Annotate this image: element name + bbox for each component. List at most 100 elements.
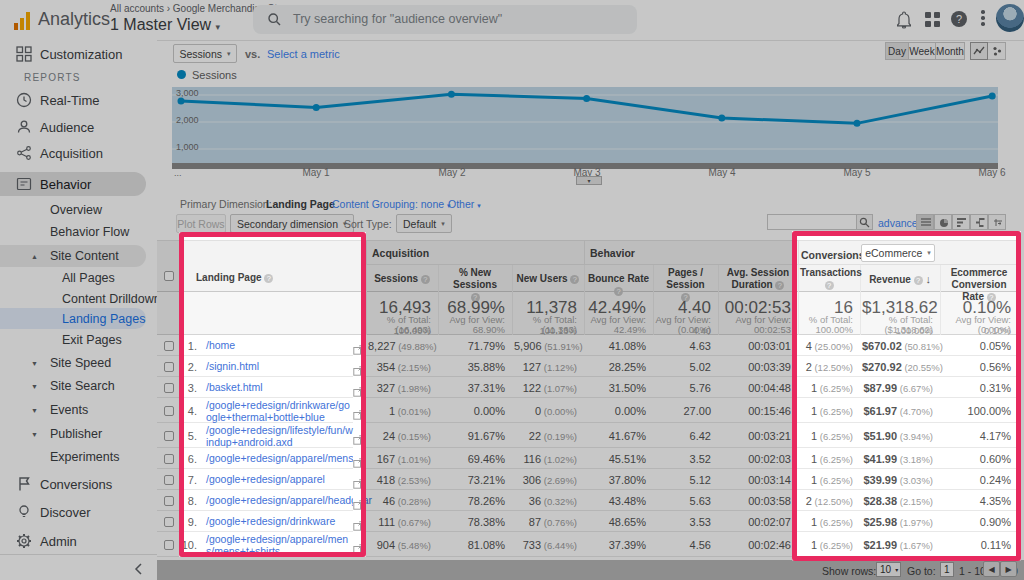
row-number: 2. — [179, 361, 197, 373]
open-in-new-icon[interactable] — [353, 540, 363, 558]
row-checkbox[interactable] — [164, 496, 174, 506]
primary-dimension-value[interactable]: Landing Page — [266, 198, 335, 210]
row-checkbox[interactable] — [164, 517, 174, 527]
other-dimension-link[interactable]: Other ▾ — [448, 198, 481, 210]
next-page-button[interactable]: ▶ — [1000, 561, 1017, 577]
apps-grid-icon[interactable] — [925, 12, 940, 27]
select-all-checkbox[interactable] — [164, 271, 174, 281]
row-checkbox[interactable] — [164, 454, 174, 464]
sidebar-item-publisher[interactable]: ▼Publisher — [0, 422, 157, 446]
open-in-new-icon[interactable] — [353, 406, 363, 424]
more-options-icon[interactable] — [981, 10, 985, 28]
metric-selector-dropdown[interactable]: Sessions▾ — [173, 44, 237, 63]
row-checkbox[interactable] — [164, 383, 174, 393]
table-search-button[interactable] — [856, 214, 873, 230]
sidebar-item-site-speed[interactable]: ▼Site Speed — [0, 351, 157, 375]
row-checkbox[interactable] — [164, 362, 174, 372]
view-selector[interactable]: 1 Master View ▾ — [110, 16, 220, 34]
landing-page-link[interactable]: /google+redesign/apparel/headgear — [206, 495, 353, 507]
x-axis-label: May 1 — [302, 167, 329, 178]
sidebar-item-customization[interactable]: Customization — [0, 42, 157, 66]
column-header-landing-page[interactable]: Landing Page ? — [196, 272, 273, 284]
content-grouping-link[interactable]: Content Grouping: none ▾ — [332, 198, 451, 210]
landing-page-link[interactable]: /google+redesign/apparel — [206, 474, 353, 486]
sidebar-item-site-content[interactable]: ▲Site Content — [0, 244, 157, 268]
cell-value: 116 (1.02%) — [514, 453, 577, 465]
reports-section-label: REPORTS — [24, 72, 81, 83]
landing-page-link[interactable]: /signin.html — [206, 361, 353, 373]
sidebar-item-behavior-flow[interactable]: Behavior Flow — [0, 220, 157, 244]
y-tick-3000: 3,000 — [176, 88, 199, 98]
sort-type-dropdown[interactable]: Default▾ — [396, 214, 452, 233]
sidebar-item-conversions[interactable]: Conversions — [0, 472, 157, 496]
row-checkbox[interactable] — [164, 475, 174, 485]
cell-value: 27.00 — [655, 405, 711, 417]
landing-page-link[interactable]: /google+redesign/apparel/mens/mens+t+shi… — [206, 534, 353, 557]
table-view-button[interactable] — [916, 214, 934, 230]
product-name[interactable]: Analytics — [38, 9, 110, 30]
cell-value: 35.88% — [440, 361, 505, 373]
conversions-type-dropdown[interactable]: eCommerce▾ — [861, 244, 935, 262]
row-number: 6. — [179, 453, 197, 465]
sidebar-item-behavior[interactable]: Behavior — [0, 172, 157, 196]
caret-up-icon: ▲ — [31, 253, 38, 260]
motion-chart-view-button[interactable] — [988, 42, 1006, 60]
goto-input[interactable]: 1 — [940, 562, 954, 577]
landing-page-link[interactable]: /google+redesign/apparel/mens — [206, 453, 353, 465]
cell-value: $670.02 (50.81%) — [862, 340, 933, 352]
pivot-view-button[interactable] — [988, 214, 1006, 230]
show-rows-dropdown[interactable]: 10▾ — [876, 562, 901, 577]
select-metric-link[interactable]: Select a metric — [267, 48, 340, 60]
x-axis-label: May 4 — [708, 167, 735, 178]
row-checkbox[interactable] — [164, 431, 174, 441]
help-icon[interactable]: ? — [951, 11, 967, 27]
row-checkbox[interactable] — [164, 406, 174, 416]
sidebar-item-exit-pages[interactable]: Exit Pages — [0, 328, 157, 352]
landing-page-link[interactable]: /google+redesign/drinkware/google+therma… — [206, 400, 353, 423]
line-chart-view-button[interactable] — [970, 42, 988, 60]
cell-value: $51.90 (3.94%) — [862, 430, 933, 442]
caret-down-icon: ▼ — [31, 360, 38, 367]
sidebar-item-discover[interactable]: Discover — [0, 500, 157, 524]
row-checkbox[interactable] — [164, 540, 174, 550]
sidebar-item-label: Behavior Flow — [50, 225, 129, 239]
granularity-week-button[interactable]: Week — [909, 42, 936, 60]
prev-page-button[interactable]: ◀ — [983, 561, 1000, 577]
sidebar-collapse-icon[interactable] — [131, 561, 147, 577]
sidebar-divider — [0, 554, 157, 555]
column-header-transactions[interactable]: Transactions? — [800, 267, 858, 291]
granularity-month-button[interactable]: Month — [936, 42, 965, 60]
sidebar-item-site-search[interactable]: ▼Site Search — [0, 374, 157, 398]
notifications-bell-icon[interactable] — [896, 11, 912, 29]
granularity-day-button[interactable]: Day — [885, 42, 909, 60]
column-header-bounce-rate[interactable]: Bounce Rate ? — [586, 273, 651, 297]
landing-page-link[interactable]: /google+redesign/lifestyle/fun/windup+an… — [206, 425, 353, 448]
performance-view-button[interactable] — [952, 214, 970, 230]
plot-rows-button[interactable]: Plot Rows — [176, 214, 226, 233]
row-checkbox[interactable] — [164, 341, 174, 351]
table-search-input[interactable] — [767, 214, 857, 230]
cell-value: 5.63 — [655, 495, 711, 507]
landing-page-link[interactable]: /home — [206, 340, 353, 352]
cell-value: 69.46% — [440, 453, 505, 465]
sidebar-item-audience[interactable]: Audience — [0, 115, 157, 139]
sidebar-item-events[interactable]: ▼Events — [0, 398, 157, 422]
column-header-sessions[interactable]: Sessions ? — [368, 273, 436, 285]
comparison-view-button[interactable] — [970, 214, 988, 230]
landing-page-link[interactable]: /basket.html — [206, 382, 353, 394]
user-avatar[interactable] — [996, 4, 1024, 32]
percentage-view-button[interactable] — [934, 214, 952, 230]
landing-page-link[interactable]: /google+redesign/drinkware — [206, 516, 353, 528]
sidebar-item-acquisition[interactable]: Acquisition — [0, 141, 157, 165]
open-in-new-icon[interactable] — [353, 431, 363, 449]
sidebar-item-admin[interactable]: Admin — [0, 529, 157, 553]
column-header-new-users[interactable]: New Users ? — [514, 273, 582, 285]
timeline-scrubber-handle[interactable]: ▾ — [576, 176, 602, 185]
sidebar-item-overview[interactable]: Overview — [0, 198, 157, 222]
column-header-avg-session-duration[interactable]: Avg. SessionDuration ? — [720, 267, 796, 291]
global-search[interactable]: Try searching for "audience overview" — [253, 5, 637, 34]
sidebar-item-experiments[interactable]: Experiments — [0, 445, 157, 469]
secondary-dimension-button[interactable]: Secondary dimension▾ — [230, 214, 354, 233]
sidebar-item-real-time[interactable]: Real-Time — [0, 88, 157, 112]
column-header-revenue[interactable]: Revenue ? ↓ — [862, 273, 938, 286]
